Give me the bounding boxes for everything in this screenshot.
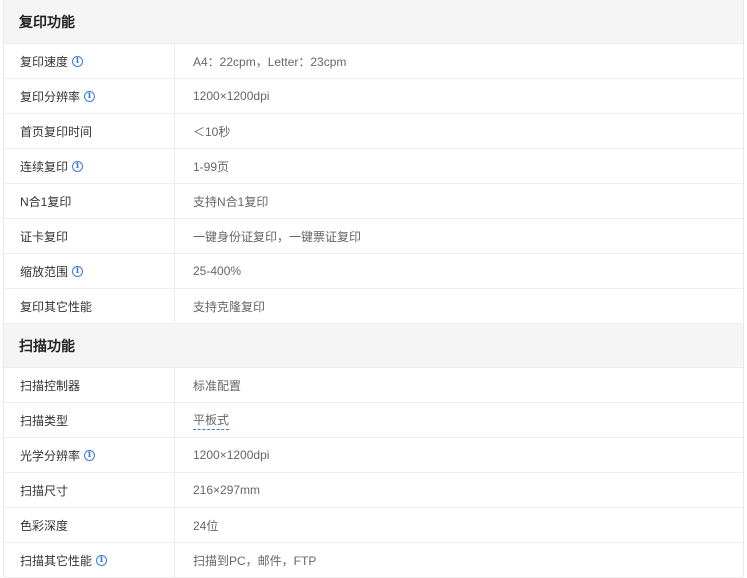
spec-row-zoom-range: 缩放范围 i 25-400% [4,254,743,289]
spec-row-scan-type: 扫描类型 平板式 [4,403,743,438]
spec-value: 平板式 [175,403,743,437]
spec-value: ＜10秒 [193,124,231,139]
section-title-copy: 复印功能 [19,13,75,30]
info-icon[interactable]: i [72,55,84,67]
spec-label: 连续复印 i [4,149,175,183]
spec-value: 扫描到PC，邮件，FTP [193,553,317,568]
section-header-scan: 扫描功能 [4,324,743,368]
spec-value: 25-400% [193,264,242,278]
spec-label: 扫描控制器 [4,368,175,402]
spec-row-copy-speed: 复印速度 i A4：22cpm，Letter：23cpm [4,44,743,79]
spec-label: 首页复印时间 [4,114,175,148]
spec-row-optical-resolution: 光学分辨率 i 1200×1200dpi [4,438,743,473]
spec-row-copy-resolution: 复印分辨率 i 1200×1200dpi [4,79,743,114]
spec-row-copy-other: 复印其它性能 支持克隆复印 [4,289,743,324]
spec-row-first-copy-time: 首页复印时间 ＜10秒 [4,114,743,149]
spec-label: 复印速度 i [4,44,175,78]
info-icon[interactable]: i [72,265,84,277]
scan-type-link[interactable]: 平板式 [193,411,230,430]
spec-row-scan-other: 扫描其它性能 i 扫描到PC，邮件，FTP [4,543,743,578]
spec-label: 证卡复印 [4,219,175,253]
spec-value: A4：22cpm，Letter：23cpm [193,54,347,69]
spec-value: 216×297mm [193,483,261,497]
info-icon[interactable]: i [72,160,84,172]
section-header-copy: 复印功能 [4,0,743,44]
spec-row-continuous-copy: 连续复印 i 1-99页 [4,149,743,184]
spec-value: 标准配置 [193,378,242,393]
spec-value: 1200×1200dpi [193,89,270,103]
spec-value: 1-99页 [193,159,230,174]
spec-label: 扫描其它性能 i [4,543,175,577]
spec-row-id-card-copy: 证卡复印 一键身份证复印，一键票证复印 [4,219,743,254]
section-title-scan: 扫描功能 [19,337,75,354]
spec-label: N合1复印 [4,184,175,218]
spec-row-scan-controller: 扫描控制器 标准配置 [4,368,743,403]
info-icon[interactable]: i [96,554,108,566]
spec-table: 复印功能 复印速度 i A4：22cpm，Letter：23cpm 复印分辨率 … [3,0,744,578]
spec-row-scan-size: 扫描尺寸 216×297mm [4,473,743,508]
spec-value: 1200×1200dpi [193,448,270,462]
spec-label: 复印其它性能 [4,289,175,323]
spec-label: 扫描尺寸 [4,473,175,507]
spec-value: 支持N合1复印 [193,194,269,209]
info-icon[interactable]: i [84,90,96,102]
spec-label: 复印分辨率 i [4,79,175,113]
spec-label: 色彩深度 [4,508,175,542]
spec-label: 光学分辨率 i [4,438,175,472]
spec-label: 缩放范围 i [4,254,175,288]
spec-row-n-in-1-copy: N合1复印 支持N合1复印 [4,184,743,219]
spec-value: 一键身份证复印，一键票证复印 [193,229,362,244]
spec-row-color-depth: 色彩深度 24位 [4,508,743,543]
spec-label: 扫描类型 [4,403,175,437]
info-icon[interactable]: i [84,449,96,461]
spec-value: 支持克隆复印 [193,299,266,314]
spec-value: 24位 [193,518,219,533]
